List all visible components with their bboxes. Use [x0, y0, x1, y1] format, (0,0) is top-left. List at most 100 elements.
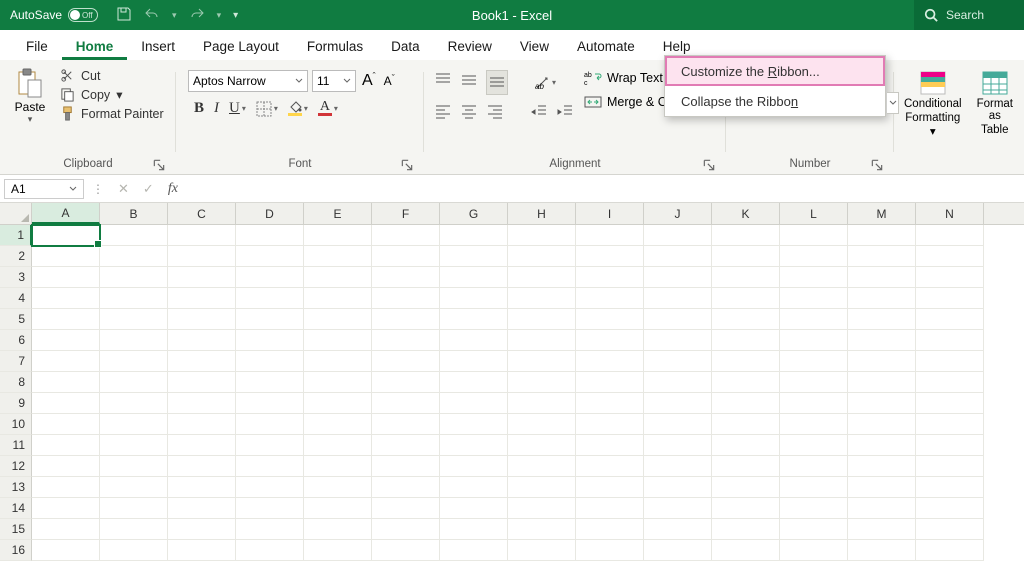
cell[interactable] [712, 351, 780, 372]
cell[interactable] [440, 267, 508, 288]
cell[interactable] [100, 267, 168, 288]
cell[interactable] [372, 351, 440, 372]
column-header[interactable]: L [780, 203, 848, 224]
cell[interactable] [100, 393, 168, 414]
cell[interactable] [916, 519, 984, 540]
cell[interactable] [32, 288, 100, 309]
cell[interactable] [100, 330, 168, 351]
row-header[interactable]: 14 [0, 498, 32, 519]
cell[interactable] [780, 246, 848, 267]
cell[interactable] [780, 435, 848, 456]
cell[interactable] [916, 477, 984, 498]
cell[interactable] [100, 456, 168, 477]
cell[interactable] [576, 456, 644, 477]
redo-icon[interactable] [189, 6, 205, 25]
cell[interactable] [916, 540, 984, 561]
tab-data[interactable]: Data [377, 33, 434, 60]
cell[interactable] [508, 309, 576, 330]
name-box[interactable]: A1 [4, 179, 84, 199]
column-header[interactable]: C [168, 203, 236, 224]
insert-function-button[interactable]: fx [168, 181, 178, 197]
cell[interactable] [304, 351, 372, 372]
cell[interactable] [32, 246, 100, 267]
cell[interactable] [780, 393, 848, 414]
cell[interactable] [236, 267, 304, 288]
cell[interactable] [644, 456, 712, 477]
dialog-launcher-icon[interactable] [400, 158, 414, 172]
cell[interactable] [440, 498, 508, 519]
cell[interactable] [576, 246, 644, 267]
tab-page-layout[interactable]: Page Layout [189, 33, 293, 60]
cell[interactable] [644, 540, 712, 561]
cell[interactable] [372, 498, 440, 519]
row-header[interactable]: 1 [0, 225, 32, 246]
cell[interactable] [712, 498, 780, 519]
cell[interactable] [32, 498, 100, 519]
cell[interactable] [508, 498, 576, 519]
cell[interactable] [508, 414, 576, 435]
format-as-table-button[interactable]: Format as Table [972, 64, 1018, 136]
fill-color-button[interactable]: ▾ [288, 101, 308, 116]
cell[interactable] [712, 330, 780, 351]
worksheet-grid[interactable]: A B C D E F G H I J K L M N 123456789101… [0, 203, 1024, 576]
cell[interactable] [372, 246, 440, 267]
cell[interactable] [372, 477, 440, 498]
cell[interactable] [848, 309, 916, 330]
font-size-select[interactable]: 11 [312, 70, 356, 92]
cell[interactable] [168, 435, 236, 456]
row-header[interactable]: 7 [0, 351, 32, 372]
cell[interactable] [32, 519, 100, 540]
cell[interactable] [780, 330, 848, 351]
cell[interactable] [848, 456, 916, 477]
cell[interactable] [576, 288, 644, 309]
row-header[interactable]: 3 [0, 267, 32, 288]
tab-home[interactable]: Home [62, 33, 128, 60]
formula-input[interactable] [188, 179, 1024, 199]
cell[interactable] [372, 456, 440, 477]
increase-font-button[interactable]: Aˆ [360, 72, 378, 90]
cell[interactable] [916, 435, 984, 456]
qat-customize-icon[interactable]: ▾ [233, 10, 238, 21]
cell[interactable] [508, 456, 576, 477]
cell[interactable] [440, 225, 508, 246]
cell[interactable] [32, 372, 100, 393]
cell[interactable] [644, 225, 712, 246]
cell[interactable] [168, 330, 236, 351]
cell[interactable] [916, 498, 984, 519]
cell[interactable] [304, 477, 372, 498]
cell[interactable] [780, 351, 848, 372]
column-header[interactable]: M [848, 203, 916, 224]
cell[interactable] [848, 435, 916, 456]
cell[interactable] [916, 372, 984, 393]
dialog-launcher-icon[interactable] [152, 158, 166, 172]
cell[interactable] [168, 540, 236, 561]
decrease-indent-button[interactable] [530, 103, 548, 124]
cell[interactable] [304, 246, 372, 267]
cell[interactable] [712, 519, 780, 540]
cell[interactable] [32, 540, 100, 561]
cell[interactable] [848, 414, 916, 435]
cell[interactable] [508, 372, 576, 393]
save-icon[interactable] [116, 6, 132, 25]
borders-button[interactable]: ▾ [256, 101, 278, 117]
cell[interactable] [372, 414, 440, 435]
row-header[interactable]: 5 [0, 309, 32, 330]
cell[interactable] [780, 477, 848, 498]
column-header[interactable]: H [508, 203, 576, 224]
cell[interactable] [780, 414, 848, 435]
column-header[interactable]: B [100, 203, 168, 224]
cell[interactable] [372, 330, 440, 351]
cell[interactable] [916, 414, 984, 435]
cell[interactable] [712, 456, 780, 477]
cell[interactable] [236, 351, 304, 372]
cell[interactable] [304, 288, 372, 309]
cell[interactable] [100, 372, 168, 393]
cell[interactable] [236, 393, 304, 414]
cell[interactable] [712, 372, 780, 393]
row-header[interactable]: 16 [0, 540, 32, 561]
cell[interactable] [236, 330, 304, 351]
cell[interactable] [576, 372, 644, 393]
cell[interactable] [508, 540, 576, 561]
cell[interactable] [236, 498, 304, 519]
cell[interactable] [440, 414, 508, 435]
